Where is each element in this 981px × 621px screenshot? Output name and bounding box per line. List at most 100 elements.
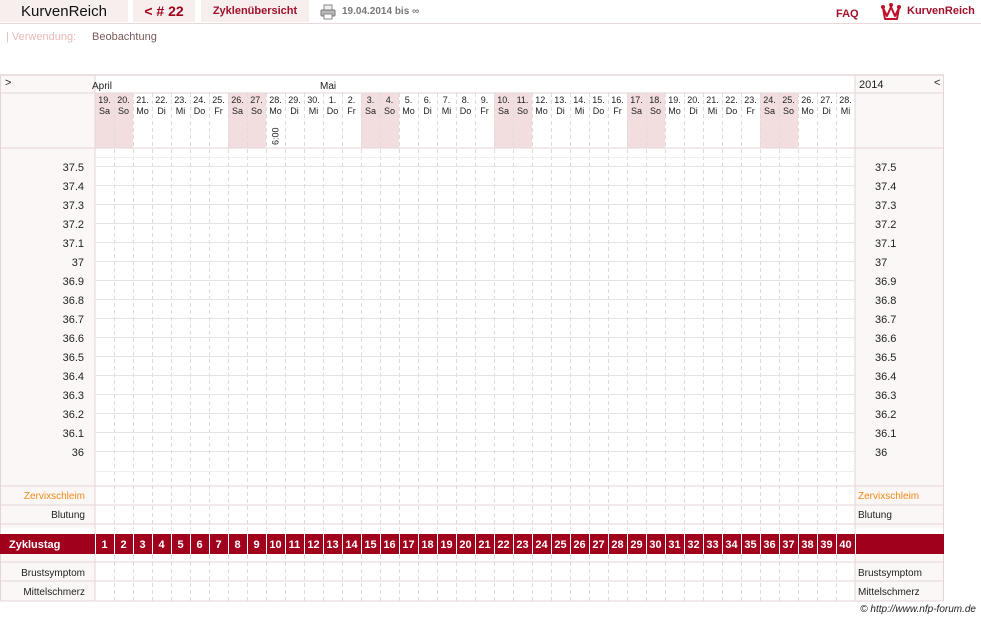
day-weekday-label: So bbox=[384, 106, 395, 116]
year-label: 2014 bbox=[859, 79, 883, 91]
measurement-time-label: 6:00 bbox=[271, 127, 281, 145]
cycle-day-number: 16 bbox=[383, 539, 395, 551]
cycle-day-number: 33 bbox=[706, 539, 718, 551]
day-date-label: 26. bbox=[801, 95, 814, 105]
day-weekday-label: So bbox=[783, 106, 794, 116]
day-weekday-label: Mi bbox=[176, 106, 186, 116]
cycle-day-number: 20 bbox=[459, 539, 471, 551]
temperature-label-left: 36.4 bbox=[63, 371, 84, 383]
cycle-day-number: 34 bbox=[725, 539, 738, 551]
day-date-label: 16. bbox=[611, 95, 624, 105]
day-date-label: 21. bbox=[136, 95, 149, 105]
temperature-label-right: 37.4 bbox=[875, 181, 896, 193]
temperature-label-left: 36.9 bbox=[63, 276, 84, 288]
cycle-day-number: 38 bbox=[801, 539, 813, 551]
day-weekday-label: Mi bbox=[309, 106, 319, 116]
day-weekday-label: Fr bbox=[746, 106, 755, 116]
day-date-label: 11. bbox=[517, 95, 529, 105]
day-weekday-label: Mi bbox=[442, 106, 452, 116]
day-date-label: 19. bbox=[98, 95, 111, 105]
cervix-row-label-left: Zervixschleim bbox=[24, 491, 85, 502]
day-date-label: 19. bbox=[668, 95, 681, 105]
day-weekday-label: Mi bbox=[575, 106, 585, 116]
temperature-label-left: 37.3 bbox=[63, 200, 84, 212]
breast-row-label-left: Brustsymptom bbox=[21, 568, 85, 579]
cycle-day-number: 28 bbox=[611, 539, 623, 551]
day-weekday-label: Di bbox=[822, 106, 831, 116]
temperature-label-left: 37.2 bbox=[63, 219, 84, 231]
month-label: Mai bbox=[320, 81, 336, 92]
cycle-day-number: 30 bbox=[649, 539, 661, 551]
temperature-label-right: 36.2 bbox=[875, 409, 896, 421]
cycle-day-number: 26 bbox=[573, 539, 585, 551]
day-date-label: 1. bbox=[329, 95, 337, 105]
cycle-day-number: 9 bbox=[253, 539, 259, 551]
day-weekday-label: Di bbox=[290, 106, 299, 116]
day-date-label: 18. bbox=[649, 95, 662, 105]
day-weekday-label: Sa bbox=[232, 106, 243, 116]
day-date-label: 7. bbox=[443, 95, 451, 105]
cycle-day-number: 14 bbox=[345, 539, 358, 551]
cycle-day-number: 22 bbox=[497, 539, 509, 551]
day-weekday-label: So bbox=[517, 106, 528, 116]
day-weekday-label: Mo bbox=[668, 106, 681, 116]
temperature-label-left: 37.4 bbox=[63, 181, 84, 193]
cycle-day-number: 25 bbox=[554, 539, 566, 551]
scroll-right-button[interactable]: < bbox=[934, 77, 940, 89]
day-weekday-label: Do bbox=[726, 106, 738, 116]
breast-row-label-right: Brustsymptom bbox=[858, 568, 922, 579]
day-date-label: 2. bbox=[348, 95, 356, 105]
temperature-label-right: 36 bbox=[875, 447, 887, 459]
day-date-label: 14. bbox=[573, 95, 586, 105]
day-date-label: 9. bbox=[481, 95, 489, 105]
temperature-label-right: 36.4 bbox=[875, 371, 896, 383]
cycle-day-number: 6 bbox=[196, 539, 202, 551]
day-weekday-label: Do bbox=[327, 106, 339, 116]
day-date-label: 25. bbox=[212, 95, 225, 105]
cycle-day-number: 1 bbox=[101, 539, 107, 551]
cycle-day-number: 4 bbox=[158, 539, 165, 551]
day-date-label: 22. bbox=[725, 95, 738, 105]
month-label: April bbox=[92, 81, 112, 92]
day-date-label: 30. bbox=[307, 95, 320, 105]
day-weekday-label: Mo bbox=[801, 106, 814, 116]
temperature-label-right: 36.6 bbox=[875, 333, 896, 345]
day-date-label: 5. bbox=[405, 95, 413, 105]
cycle-day-number: 18 bbox=[421, 539, 433, 551]
day-weekday-label: So bbox=[118, 106, 129, 116]
cycle-day-number: 37 bbox=[782, 539, 794, 551]
temperature-label-left: 36.6 bbox=[63, 333, 84, 345]
day-weekday-label: Mo bbox=[402, 106, 415, 116]
bleeding-row-label-right: Blutung bbox=[858, 510, 892, 521]
day-weekday-label: Mo bbox=[269, 106, 282, 116]
day-weekday-label: Sa bbox=[498, 106, 509, 116]
scroll-left-button[interactable]: > bbox=[5, 77, 11, 89]
day-date-label: 22. bbox=[155, 95, 168, 105]
temperature-label-right: 37 bbox=[875, 257, 887, 269]
day-weekday-label: Mi bbox=[708, 106, 718, 116]
day-date-label: 28. bbox=[269, 95, 282, 105]
temperature-label-right: 37.3 bbox=[875, 200, 896, 212]
temperature-label-right: 36.1 bbox=[875, 428, 896, 440]
temperature-label-right: 36.9 bbox=[875, 276, 896, 288]
footer-credit[interactable]: © http://www.nfp-forum.de bbox=[860, 604, 976, 615]
temperature-label-right: 37.5 bbox=[875, 162, 896, 174]
cycle-day-number: 19 bbox=[440, 539, 452, 551]
day-date-label: 6. bbox=[424, 95, 432, 105]
cycle-day-number: 12 bbox=[307, 539, 319, 551]
day-weekday-label: Di bbox=[157, 106, 166, 116]
day-weekday-label: Fr bbox=[347, 106, 356, 116]
temperature-label-left: 36.8 bbox=[63, 295, 84, 307]
day-date-label: 29. bbox=[288, 95, 301, 105]
cycle-day-number: 7 bbox=[215, 539, 221, 551]
day-date-label: 23. bbox=[174, 95, 187, 105]
cycle-day-row-label: Zyklustag bbox=[9, 539, 60, 551]
day-weekday-label: So bbox=[251, 106, 262, 116]
cycle-day-number: 21 bbox=[478, 539, 490, 551]
cycle-day-number: 35 bbox=[744, 539, 756, 551]
cycle-day-number: 17 bbox=[402, 539, 414, 551]
day-date-label: 8. bbox=[462, 95, 470, 105]
cycle-day-number: 15 bbox=[364, 539, 376, 551]
day-weekday-label: Sa bbox=[764, 106, 775, 116]
cycle-day-number: 36 bbox=[763, 539, 775, 551]
